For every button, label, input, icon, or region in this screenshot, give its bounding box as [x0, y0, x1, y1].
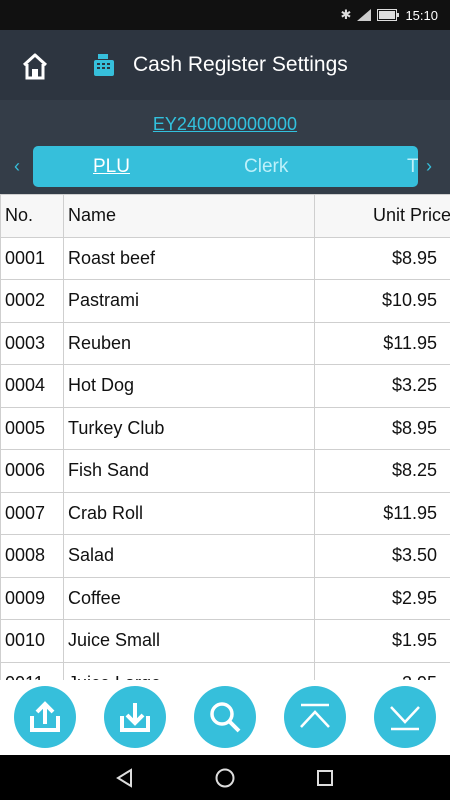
status-bar: ✱ 15:10	[0, 0, 450, 30]
upload-button[interactable]	[14, 686, 76, 748]
table-row[interactable]: 0003 Reuben $11.95	[0, 321, 450, 365]
cell-price: $1.95	[314, 619, 450, 663]
download-icon	[120, 703, 150, 732]
app-header: Cash Register Settings	[0, 30, 450, 100]
table-row[interactable]: 0001 Roast beef $8.95	[0, 236, 450, 280]
cell-price: $2.95	[314, 576, 450, 620]
cell-name: Juice Small	[63, 619, 315, 663]
cell-no: 0007	[0, 491, 64, 535]
table-row[interactable]: 0009 Coffee $2.95	[0, 576, 450, 620]
table-row[interactable]: 0008 Salad $3.50	[0, 534, 450, 578]
bottom-toolbar	[0, 680, 450, 755]
cell-name: Fish Sand	[63, 449, 315, 493]
table-header-row: No. Name Unit Price	[0, 194, 450, 238]
table-row[interactable]: 0006 Fish Sand $8.25	[0, 449, 450, 493]
cell-price: $3.50	[314, 534, 450, 578]
column-header-name[interactable]: Name	[63, 194, 315, 238]
cell-no: 0009	[0, 576, 64, 620]
cell-no: 0011	[0, 661, 64, 680]
cell-name: Reuben	[63, 321, 315, 365]
nav-back-button[interactable]	[110, 763, 140, 793]
download-button[interactable]	[104, 686, 166, 748]
column-header-unit-price[interactable]: Unit Price	[314, 194, 450, 238]
scroll-to-bottom-icon	[390, 706, 420, 731]
cell-no: 0003	[0, 321, 64, 365]
serial-bar: EY240000000000 ‹ PLU Clerk T ›	[0, 100, 450, 194]
cell-price: 2.95	[314, 661, 450, 680]
tab-partial[interactable]: T	[407, 146, 418, 187]
plu-table[interactable]: No. Name Unit Price 0001 Roast beef $8.9…	[0, 194, 450, 680]
upload-icon	[30, 701, 60, 732]
cell-price: $8.95	[314, 236, 450, 280]
cell-price: $8.25	[314, 449, 450, 493]
cell-name: Crab Roll	[63, 491, 315, 535]
nav-home-button[interactable]	[210, 763, 240, 793]
scroll-to-bottom-button[interactable]	[374, 686, 436, 748]
cell-no: 0002	[0, 279, 64, 323]
cell-no: 0005	[0, 406, 64, 450]
cell-name: Turkey Club	[63, 406, 315, 450]
tab-scroll-left-icon[interactable]: ‹	[14, 154, 20, 178]
cell-name: Salad	[63, 534, 315, 578]
search-button[interactable]	[194, 686, 256, 748]
page-title: Cash Register Settings	[133, 53, 348, 76]
cell-no: 0006	[0, 449, 64, 493]
table-row[interactable]: 0007 Crab Roll $11.95	[0, 491, 450, 535]
tab-clerk[interactable]: Clerk	[244, 146, 288, 187]
cell-no: 0008	[0, 534, 64, 578]
cell-no: 0004	[0, 364, 64, 408]
scroll-to-top-button[interactable]	[284, 686, 346, 748]
status-time: 15:10	[405, 7, 438, 23]
home-icon	[22, 53, 48, 80]
cell-price: $3.25	[314, 364, 450, 408]
bluetooth-icon: ✱	[340, 7, 352, 22]
tab-scroll-right-icon[interactable]: ›	[426, 154, 432, 178]
scroll-to-top-icon	[300, 703, 330, 728]
cell-no: 0010	[0, 619, 64, 663]
tab-plu[interactable]: PLU	[93, 146, 130, 187]
recent-apps-icon	[317, 770, 333, 786]
battery-icon	[377, 9, 400, 21]
cell-name: Pastrami	[63, 279, 315, 323]
system-nav-bar	[0, 755, 450, 800]
cell-name: Coffee	[63, 576, 315, 620]
table-row[interactable]: 0010 Juice Small $1.95	[0, 619, 450, 663]
tab-strip: PLU Clerk T	[33, 146, 418, 187]
back-triangle-icon	[116, 768, 132, 788]
status-icons: ✱ 15:10	[341, 0, 438, 30]
cash-register-icon	[92, 54, 116, 76]
table-row[interactable]: 0005 Turkey Club $8.95	[0, 406, 450, 450]
signal-icon	[357, 9, 372, 21]
cell-price: $8.95	[314, 406, 450, 450]
search-icon	[210, 702, 241, 733]
cell-name: Juice Large	[63, 661, 315, 680]
nav-recent-button[interactable]	[310, 763, 340, 793]
cell-no: 0001	[0, 236, 64, 280]
cell-name: Hot Dog	[63, 364, 315, 408]
cell-price: $11.95	[314, 491, 450, 535]
table-row[interactable]: 0011 Juice Large 2.95	[0, 661, 450, 680]
table-row[interactable]: 0004 Hot Dog $3.25	[0, 364, 450, 408]
table-row[interactable]: 0002 Pastrami $10.95	[0, 279, 450, 323]
serial-number-link[interactable]: EY240000000000	[0, 114, 450, 135]
cell-name: Roast beef	[63, 236, 315, 280]
home-circle-icon	[215, 768, 235, 788]
cell-price: $11.95	[314, 321, 450, 365]
column-header-no[interactable]: No.	[0, 194, 64, 238]
cell-price: $10.95	[314, 279, 450, 323]
home-button[interactable]	[18, 50, 52, 82]
